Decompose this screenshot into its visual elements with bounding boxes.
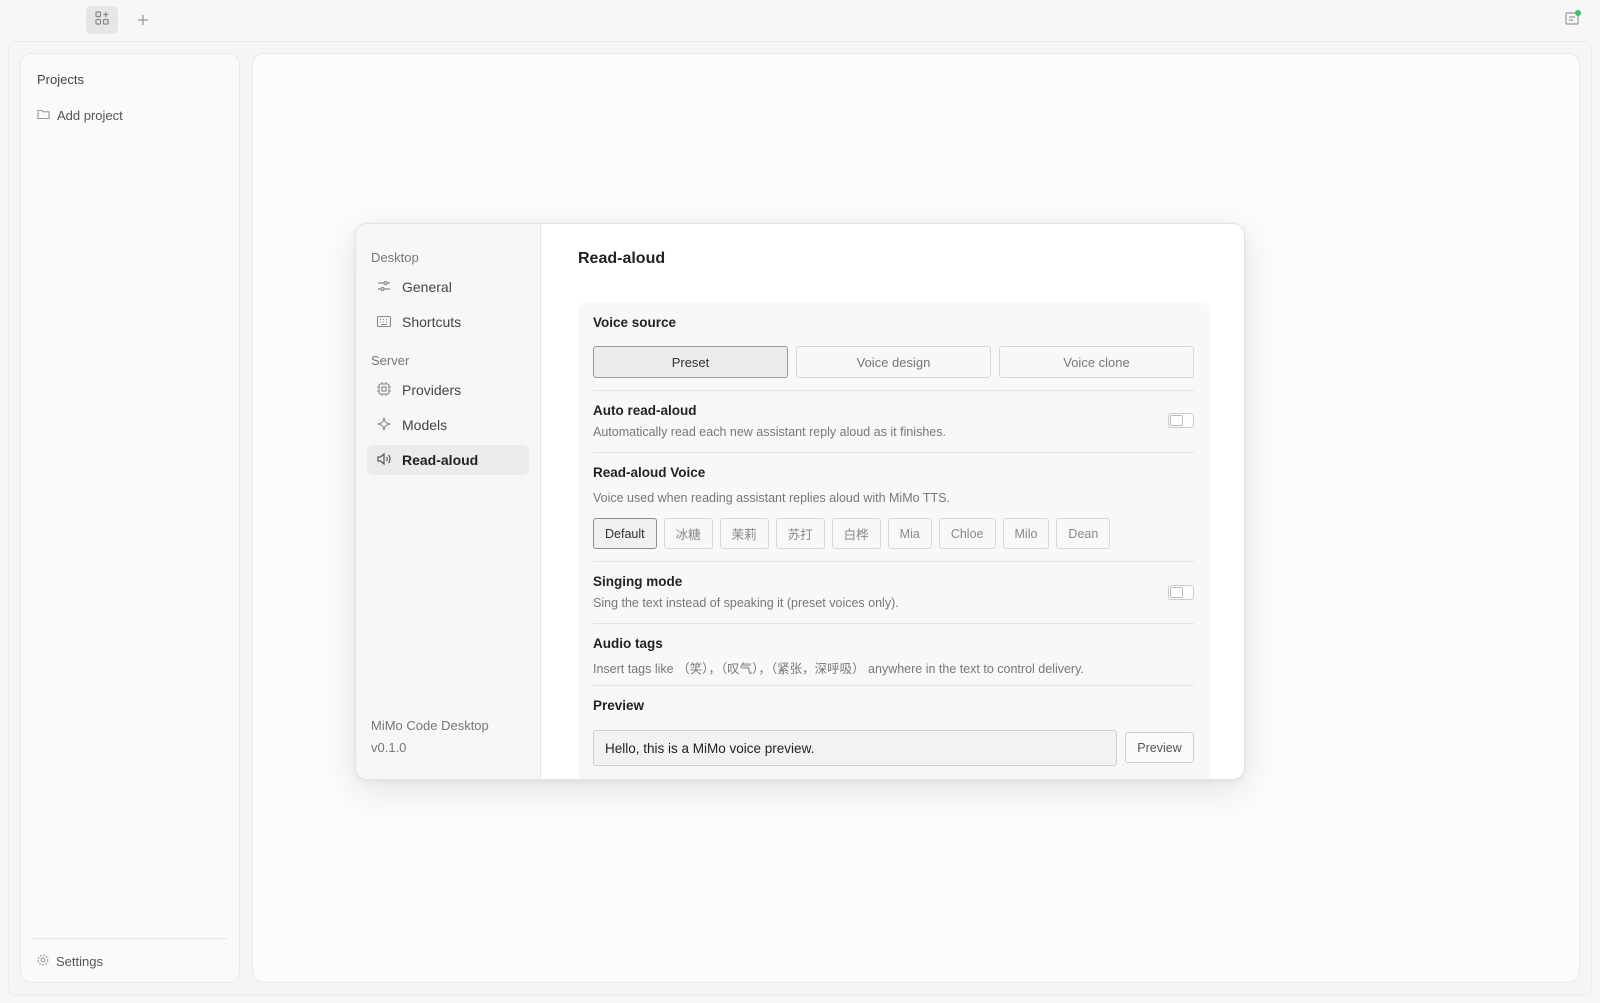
voice-source-clone[interactable]: Voice clone [999, 346, 1194, 378]
divider [593, 561, 1194, 562]
projects-title: Projects [37, 72, 84, 87]
status-dot [1575, 10, 1581, 16]
nav-item-label: Read-aloud [402, 452, 479, 468]
sidebar-divider [33, 938, 227, 939]
voice-option-moli[interactable]: 茉莉 [719, 518, 769, 549]
settings-label: Settings [56, 953, 103, 969]
preview-button[interactable]: Preview [1125, 732, 1194, 763]
audio-tags-title: Audio tags [593, 636, 663, 651]
toggle-knob [1170, 415, 1183, 426]
top-bar [0, 0, 1600, 40]
voice-option-dean[interactable]: Dean [1056, 518, 1111, 549]
add-project-button[interactable]: Add project [37, 104, 123, 126]
nav-item-label: Shortcuts [402, 314, 462, 330]
nav-item-label: Models [402, 417, 448, 433]
nav-item-models[interactable]: Models [367, 410, 529, 440]
nav-item-label: General [402, 279, 452, 295]
settings-nav: Desktop General Shortcuts Server Provide… [356, 224, 541, 779]
settings-button[interactable]: Settings [37, 950, 103, 972]
divider [593, 452, 1194, 453]
app-name: MiMo Code Desktop [371, 718, 489, 733]
nav-item-general[interactable]: General [367, 272, 529, 302]
chip-icon [376, 381, 392, 400]
voice-source-preset[interactable]: Preset [593, 346, 788, 378]
voice-title: Read-aloud Voice [593, 465, 706, 480]
auto-read-title: Auto read-aloud [593, 403, 697, 418]
singing-toggle[interactable] [1168, 585, 1194, 600]
auto-read-toggle[interactable] [1168, 413, 1194, 428]
divider [593, 685, 1194, 686]
notifications-button[interactable] [1560, 8, 1584, 32]
auto-read-desc: Automatically read each new assistant re… [593, 425, 946, 439]
preview-text-input[interactable] [593, 730, 1117, 766]
singing-desc: Sing the text instead of speaking it (pr… [593, 596, 899, 610]
sparkle-icon [376, 416, 392, 435]
folder-icon [37, 108, 50, 123]
nav-item-providers[interactable]: Providers [367, 375, 529, 405]
voice-option-baihua[interactable]: 白桦 [831, 518, 881, 549]
nav-group-server: Server [371, 353, 410, 368]
voice-source-title: Voice source [593, 315, 677, 330]
nav-group-desktop: Desktop [371, 250, 419, 265]
voice-desc: Voice used when reading assistant replie… [593, 491, 950, 505]
voice-source-design[interactable]: Voice design [796, 346, 991, 378]
preview-title: Preview [593, 698, 645, 713]
nav-item-label: Providers [402, 382, 462, 398]
voice-option-mia[interactable]: Mia [887, 518, 932, 549]
voice-option-suda[interactable]: 苏打 [775, 518, 825, 549]
settings-dialog: Desktop General Shortcuts Server Provide… [355, 223, 1245, 780]
nav-item-shortcuts[interactable]: Shortcuts [367, 307, 529, 337]
keyboard-icon [376, 313, 392, 332]
nav-item-read-aloud[interactable]: Read-aloud [367, 445, 529, 475]
add-project-label: Add project [57, 107, 123, 123]
divider [593, 390, 1194, 391]
gear-icon [37, 954, 49, 969]
voice-option-milo[interactable]: Milo [1002, 518, 1050, 549]
plus-icon [137, 10, 149, 31]
voice-options: Default 冰糖 茉莉 苏打 白桦 Mia Chloe Milo Dean [593, 518, 1111, 549]
grid-icon [95, 10, 109, 30]
app-version: v0.1.0 [371, 740, 407, 755]
read-aloud-settings-card: Voice source Preset Voice design Voice c… [578, 302, 1210, 779]
page-title: Read-aloud [578, 250, 666, 267]
voice-option-chloe[interactable]: Chloe [938, 518, 996, 549]
voice-option-default[interactable]: Default [593, 518, 657, 549]
voice-option-bingtang[interactable]: 冰糖 [663, 518, 713, 549]
speaker-icon [376, 451, 392, 470]
new-tab-button[interactable] [132, 6, 154, 34]
projects-sidebar: Projects Add project Settings [20, 53, 240, 983]
toggle-knob [1170, 587, 1183, 598]
singing-title: Singing mode [593, 574, 683, 589]
sliders-icon [376, 278, 392, 297]
audio-tags-desc: Insert tags like （笑），（叹气），（紧张，深呼吸） anywh… [593, 662, 1084, 676]
divider [593, 623, 1194, 624]
settings-content: Read-aloud Voice source Preset Voice des… [541, 224, 1244, 779]
workspace-tab-button[interactable] [86, 6, 118, 34]
